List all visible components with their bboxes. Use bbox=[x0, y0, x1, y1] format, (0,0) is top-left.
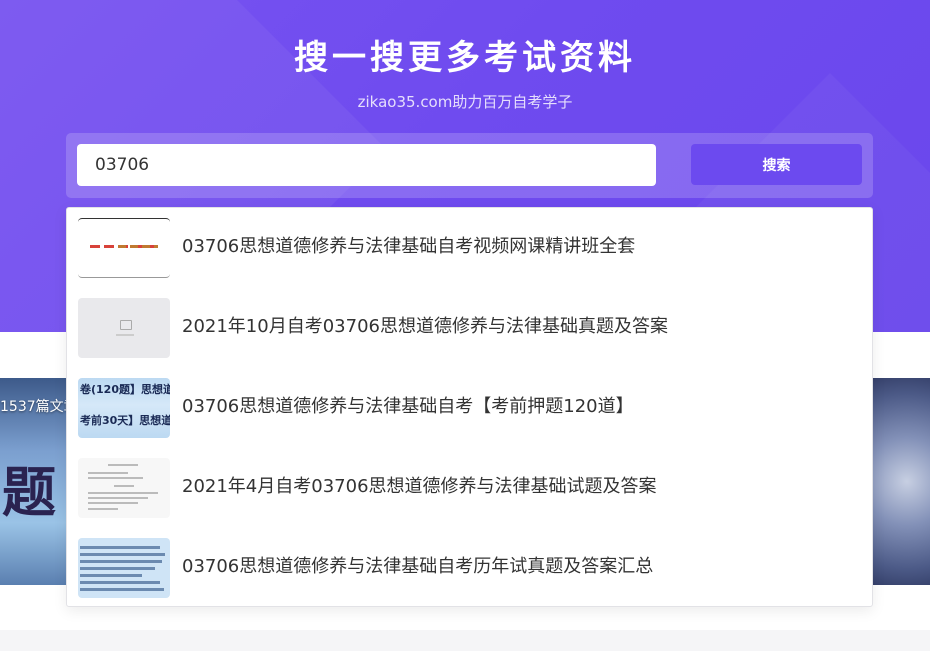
document-text-line bbox=[118, 245, 158, 248]
file-list-thumbnail bbox=[78, 538, 170, 598]
banner-glyph: 题 bbox=[2, 461, 56, 524]
suggestion-item[interactable]: 卷(120题】思想道德修 考前30天】思想道德修 03706思想道德修养与法律基… bbox=[67, 368, 872, 448]
blue-banner-thumbnail: 卷(120题】思想道德修 考前30天】思想道德修 bbox=[78, 378, 170, 438]
list-text-line bbox=[80, 553, 165, 556]
search-suggestions-dropdown: 03706思想道德修养与法律基础自考视频网课精讲班全套 2021年10月自考03… bbox=[66, 207, 873, 607]
list-text-line bbox=[80, 560, 162, 563]
exam-sheet-thumbnail bbox=[78, 458, 170, 518]
image-icon bbox=[120, 320, 132, 330]
sheet-text-line bbox=[88, 472, 128, 474]
sheet-text-line bbox=[88, 492, 158, 494]
suggestion-item[interactable]: 03706思想道德修养与法律基础自考视频网课精讲班全套 bbox=[67, 208, 872, 288]
background-banner-right[interactable] bbox=[872, 378, 930, 585]
search-button[interactable]: 搜索 bbox=[691, 144, 862, 185]
sheet-text-line bbox=[114, 485, 134, 487]
hero-subtitle: zikao35.com助力百万自考学子 bbox=[357, 93, 573, 111]
list-text-line bbox=[80, 581, 160, 584]
list-text-line bbox=[80, 588, 164, 591]
sheet-text-line bbox=[88, 477, 143, 479]
suggestion-item[interactable]: 2021年4月自考03706思想道德修养与法律基础试题及答案 bbox=[67, 448, 872, 528]
suggestion-item[interactable]: 2021年10月自考03706思想道德修养与法律基础真题及答案 bbox=[67, 288, 872, 368]
suggestion-title: 03706思想道德修养与法律基础自考历年试真题及答案汇总 bbox=[182, 556, 654, 577]
sheet-text-line bbox=[88, 508, 118, 510]
sheet-text-line bbox=[88, 502, 138, 504]
document-thumbnail bbox=[78, 218, 170, 278]
hero-title: 搜一搜更多考试资料 bbox=[294, 38, 636, 78]
suggestion-item[interactable]: 03706思想道德修养与法律基础自考历年试真题及答案汇总 bbox=[67, 528, 872, 608]
list-text-line bbox=[80, 574, 142, 577]
page-section-divider bbox=[0, 630, 930, 651]
list-text-line bbox=[80, 546, 160, 549]
suggestion-title: 03706思想道德修养与法律基础自考视频网课精讲班全套 bbox=[182, 236, 636, 257]
sheet-text-line bbox=[108, 464, 138, 466]
placeholder-image-thumbnail bbox=[78, 298, 170, 358]
search-input[interactable] bbox=[77, 144, 656, 186]
thumbnail-text: 卷(120题】思想道德修 bbox=[80, 383, 170, 396]
list-text-line bbox=[80, 567, 155, 570]
placeholder-caption bbox=[116, 334, 134, 336]
suggestion-title: 2021年4月自考03706思想道德修养与法律基础试题及答案 bbox=[182, 476, 657, 497]
suggestion-title: 03706思想道德修养与法律基础自考【考前押题120道】 bbox=[182, 396, 634, 417]
thumbnail-text: 考前30天】思想道德修 bbox=[80, 414, 170, 427]
search-bar: 搜索 bbox=[66, 133, 873, 198]
suggestion-title: 2021年10月自考03706思想道德修养与法律基础真题及答案 bbox=[182, 316, 668, 337]
sheet-text-line bbox=[88, 497, 148, 499]
